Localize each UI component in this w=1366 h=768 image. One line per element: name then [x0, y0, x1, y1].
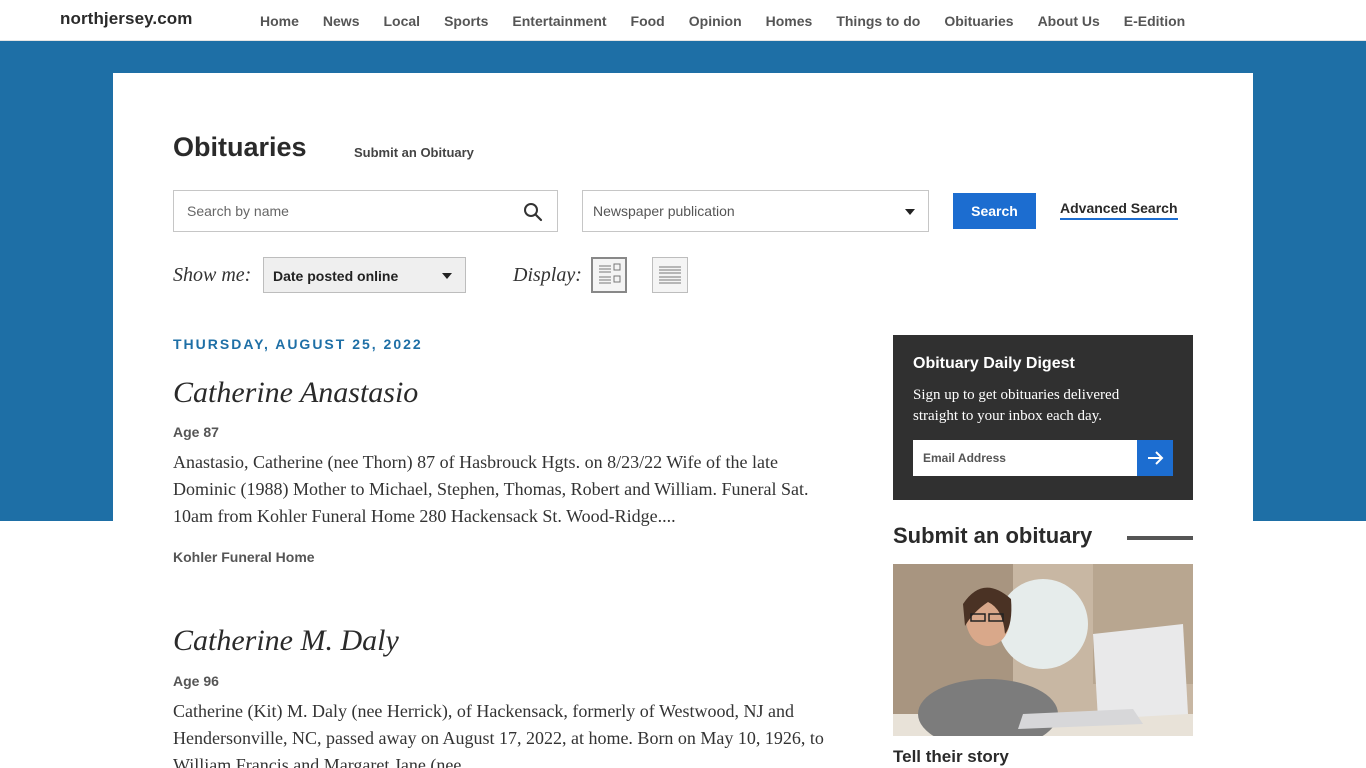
funeral-home: Kohler Funeral Home: [173, 549, 315, 565]
detailed-view-button[interactable]: [591, 257, 627, 293]
digest-title: Obituary Daily Digest: [913, 355, 1075, 372]
chevron-down-icon: [905, 209, 915, 215]
submit-obituary-heading: Submit an obituary: [893, 523, 1093, 548]
search-button[interactable]: Search: [953, 193, 1036, 229]
obituary-excerpt: Anastasio, Catherine (nee Thorn) 87 of H…: [173, 452, 809, 526]
tell-their-story-heading[interactable]: Tell their story: [893, 747, 1009, 767]
advanced-search-link[interactable]: Advanced Search: [1060, 200, 1178, 220]
chevron-down-icon: [442, 273, 452, 279]
submit-obituary-image[interactable]: [893, 564, 1193, 736]
list-view-button[interactable]: [652, 257, 688, 293]
obituary-age: Age 96: [173, 673, 219, 689]
heading-rule: [1127, 536, 1193, 540]
publication-select[interactable]: Newspaper publication: [582, 190, 929, 232]
list-icon: [659, 266, 681, 284]
search-name-input[interactable]: [174, 191, 514, 231]
display-label: Display:: [513, 264, 582, 286]
grid-list-icon: [599, 263, 621, 284]
obituary-digest-signup: Obituary Daily Digest Sign up to get obi…: [893, 335, 1193, 500]
show-me-label: Show me:: [173, 264, 252, 286]
obituary-name[interactable]: Catherine M. Daly: [173, 624, 399, 658]
email-address-input[interactable]: [913, 440, 1137, 476]
woman-at-laptop-illustration: [893, 564, 1193, 736]
main-content: Obituaries Submit an Obituary Newspaper …: [0, 0, 1366, 768]
search-icon[interactable]: [523, 202, 543, 222]
email-submit-button[interactable]: [1137, 440, 1173, 476]
show-me-select-value: Date posted online: [273, 268, 399, 284]
submit-obituary-link[interactable]: Submit an Obituary: [354, 145, 474, 160]
show-me-select[interactable]: Date posted online: [263, 257, 466, 293]
page-title: Obituaries: [173, 132, 307, 162]
date-heading: THURSDAY, AUGUST 25, 2022: [173, 336, 423, 352]
obituary-excerpt: Catherine (Kit) M. Daly (nee Herrick), o…: [173, 701, 824, 768]
digest-description: Sign up to get obituaries delivered stra…: [913, 387, 1120, 424]
obituary-age: Age 87: [173, 424, 219, 440]
arrow-right-icon: [1148, 451, 1164, 465]
obituary-name[interactable]: Catherine Anastasio: [173, 376, 418, 410]
name-search-box: [173, 190, 558, 232]
publication-select-label: Newspaper publication: [593, 203, 735, 219]
